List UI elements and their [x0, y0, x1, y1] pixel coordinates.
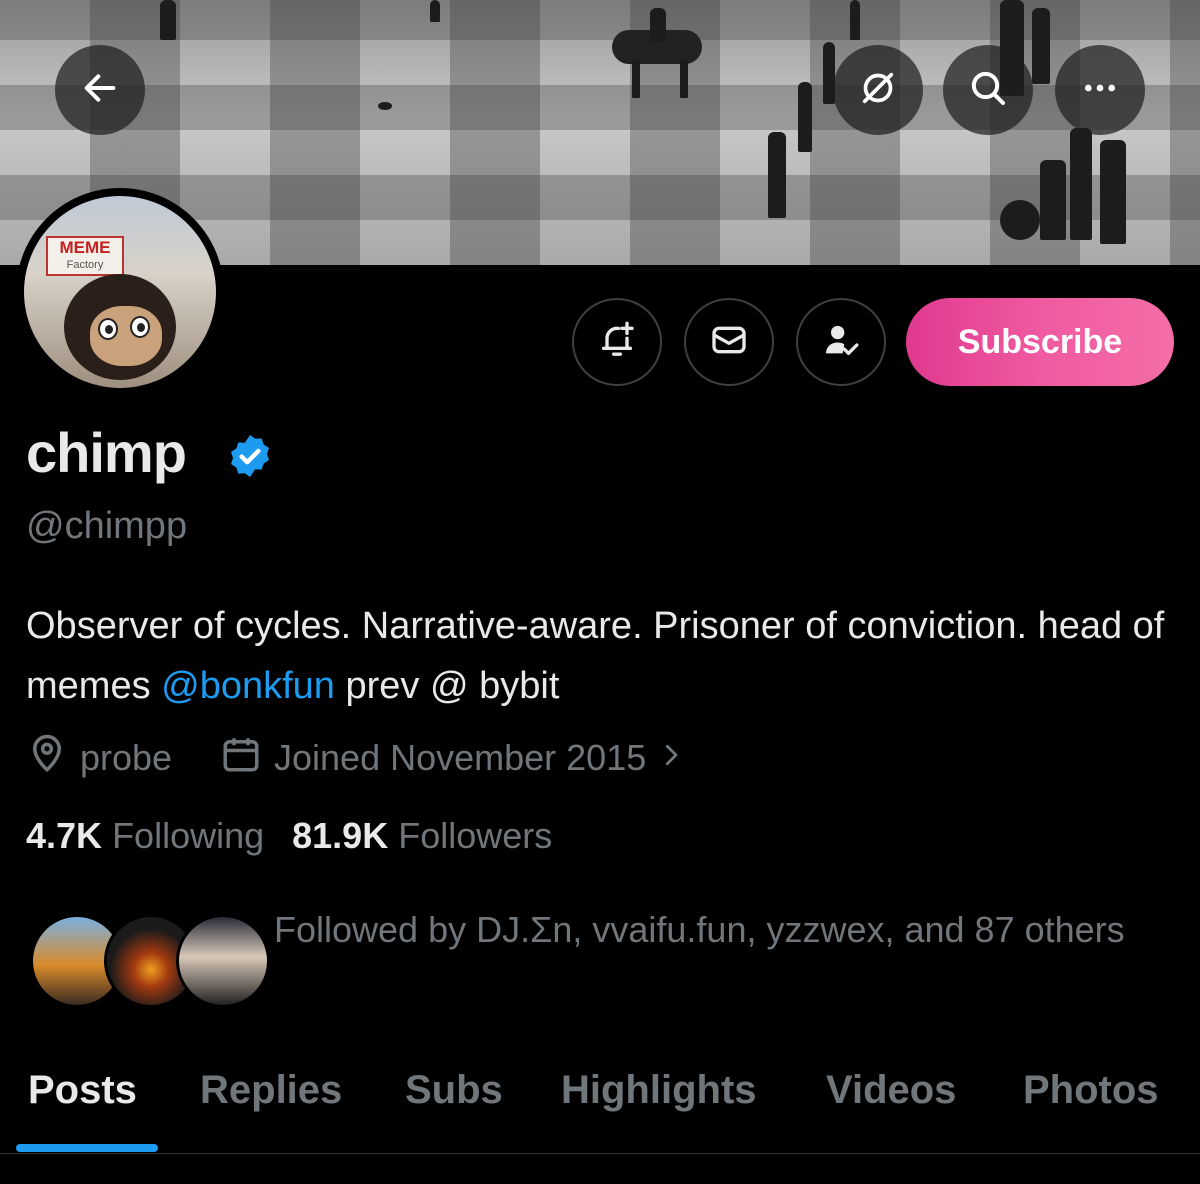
followed-by-text[interactable]: Followed by DJ.Σn, vvaifu.fun, yzzwex, a… — [274, 902, 1154, 958]
tab-photos[interactable]: Photos — [1023, 1068, 1159, 1113]
message-button[interactable] — [684, 298, 774, 386]
followers-label: Followers — [398, 815, 553, 856]
following-count: 4.7K — [26, 815, 103, 856]
calendar-icon — [220, 733, 274, 784]
active-tab-indicator — [16, 1144, 158, 1152]
bio-mention-link[interactable]: @bonkfun — [161, 665, 335, 707]
profile-avatar[interactable]: MEME Factory — [16, 188, 224, 396]
avatar-sign-subtext: Factory — [66, 259, 104, 271]
chevron-right-icon — [656, 737, 686, 779]
joined-text: Joined November 2015 — [274, 737, 647, 778]
tab-videos[interactable]: Videos — [826, 1068, 956, 1113]
profile-handle: @chimpp — [26, 505, 188, 547]
following-label: Following — [112, 815, 265, 856]
profile-joined[interactable]: Joined November 2015 — [220, 734, 686, 782]
avatar-eye-left — [98, 318, 118, 340]
person-check-icon — [821, 320, 861, 365]
followers-stat[interactable]: 81.9K Followers — [292, 815, 552, 857]
notify-button[interactable] — [572, 298, 662, 386]
following-status-button[interactable] — [796, 298, 886, 386]
tab-subs[interactable]: Subs — [405, 1068, 503, 1113]
followers-count: 81.9K — [292, 815, 389, 856]
profile-bio: Observer of cycles. Narrative-aware. Pri… — [26, 596, 1176, 716]
tab-highlights[interactable]: Highlights — [561, 1068, 757, 1113]
avatar-sign-text: MEME — [59, 238, 111, 257]
verified-badge-icon[interactable] — [226, 432, 274, 480]
envelope-icon — [709, 320, 749, 365]
tab-replies[interactable]: Replies — [200, 1068, 342, 1113]
location-text: probe — [80, 737, 173, 778]
profile-tabs: Posts Replies Subs Highlights Videos Pho… — [0, 1058, 1200, 1154]
profile-location: probe — [26, 734, 172, 782]
avatar-eye-right — [130, 316, 150, 338]
search-icon — [968, 68, 1008, 113]
more-icon — [1080, 68, 1120, 113]
subscribe-button[interactable]: Subscribe — [906, 298, 1174, 386]
grok-icon — [858, 68, 898, 113]
bell-plus-icon — [597, 320, 637, 365]
back-button[interactable] — [55, 45, 145, 135]
follower-avatar — [176, 914, 270, 1008]
profile-stats: 4.7K Following 81.9K Followers — [26, 815, 552, 857]
arrow-left-icon — [80, 68, 120, 113]
following-stat[interactable]: 4.7K Following — [26, 815, 264, 857]
bio-text-suffix: prev @ bybit — [334, 665, 560, 707]
search-button[interactable] — [943, 45, 1033, 135]
avatar-sign: MEME Factory — [46, 236, 124, 276]
tab-posts[interactable]: Posts — [28, 1068, 137, 1113]
location-pin-icon — [26, 733, 80, 784]
followed-by-avatars[interactable] — [30, 914, 270, 1010]
more-button[interactable] — [1055, 45, 1145, 135]
profile-name: chimp — [26, 421, 187, 484]
grok-button[interactable] — [833, 45, 923, 135]
avatar-image: MEME Factory — [24, 196, 216, 388]
